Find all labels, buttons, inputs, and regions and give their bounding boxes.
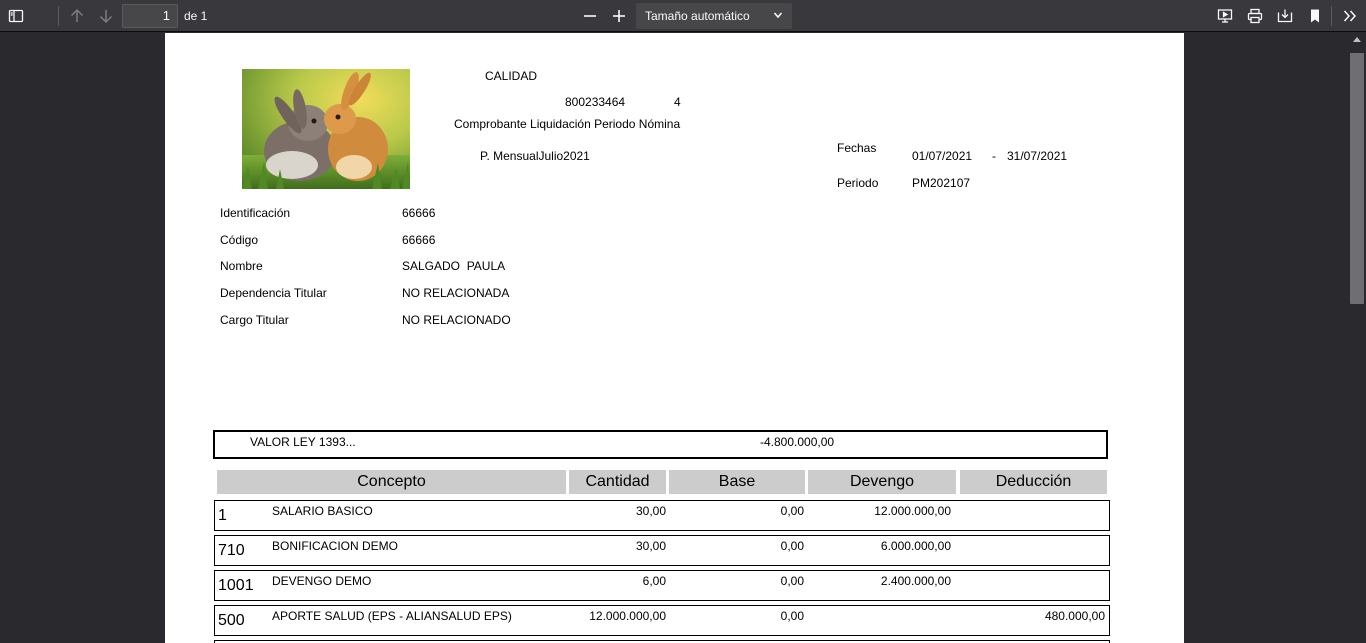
row-cantidad: 30,00: [635, 504, 666, 518]
sidebar-toggle-icon[interactable]: [4, 4, 28, 28]
page-number-input[interactable]: 1: [122, 4, 178, 28]
row-devengo: 12.000.000,00: [874, 504, 951, 518]
tools-menu-icon[interactable]: [1338, 4, 1362, 28]
row-deduccion: 480.000,00: [1044, 609, 1105, 623]
valor-ley-box: VALOR LEY 1393... -4.800.000,00: [213, 430, 1108, 459]
row-base: 0,00: [780, 504, 804, 518]
valor-ley-value: -4.800.000,00: [760, 435, 835, 449]
identificacion-value: 66666: [402, 206, 436, 220]
presentation-mode-icon[interactable]: [1213, 4, 1237, 28]
row-cantidad: 30,00: [635, 539, 666, 553]
nombre-label: Nombre: [220, 259, 263, 273]
identificacion-label: Identificación: [220, 206, 291, 220]
bookmark-icon[interactable]: [1303, 4, 1327, 28]
scroll-up-icon[interactable]: [1352, 35, 1362, 45]
download-icon[interactable]: [1273, 4, 1297, 28]
row-base: 0,00: [780, 609, 804, 623]
row-cantidad: 12.000.000,00: [589, 609, 666, 623]
scrollbar-thumb[interactable]: [1350, 53, 1364, 304]
row-code: 1: [218, 507, 227, 524]
chevron-down-icon: [773, 3, 783, 29]
row-cantidad: 6,00: [642, 574, 666, 588]
print-icon[interactable]: [1243, 4, 1267, 28]
next-page-icon[interactable]: [94, 4, 118, 28]
nombre-value: SALGADO PAULA: [402, 259, 506, 273]
row-code: 1001: [218, 577, 254, 594]
table-row: 500 APORTE SALUD (EPS - ALIANSALUD EPS) …: [214, 605, 1110, 636]
row-base: 0,00: [780, 539, 804, 553]
table-row: 710 BONIFICACION DEMO 30,00 0,00 6.000.0…: [214, 535, 1110, 566]
column-header-cantidad: Cantidad: [569, 470, 666, 494]
page-count-label: de 1: [184, 9, 208, 23]
table-row: 1001 DEVENGO DEMO 6,00 0,00 2.400.000,00: [214, 570, 1110, 601]
zoom-select-value: Tamaño automático: [645, 9, 750, 23]
row-devengo: 6.000.000,00: [880, 539, 951, 553]
column-header-concepto: Concepto: [217, 470, 566, 494]
row-concept: BONIFICACION DEMO: [272, 539, 399, 553]
periodo-value: PM202107: [912, 176, 971, 190]
dependencia-value: NO RELACIONADA: [402, 286, 510, 300]
previous-page-icon[interactable]: [65, 4, 89, 28]
company-nit: 800233464: [565, 95, 626, 109]
zoom-out-icon[interactable]: [578, 4, 602, 28]
fecha-inicio: 01/07/2021: [912, 149, 973, 163]
row-concept: SALARIO BASICO: [272, 504, 373, 518]
cargo-label: Cargo Titular: [220, 313, 289, 327]
column-header-base: Base: [669, 470, 805, 494]
valor-ley-label: VALOR LEY 1393...: [250, 435, 356, 449]
column-header-deduccion: Deducción: [960, 470, 1107, 494]
pdf-toolbar: 1 de 1 Tamaño automático: [0, 0, 1366, 32]
codigo-label: Código: [220, 233, 259, 247]
pdf-page: CALIDAD 800233464 4 Comprobante Liquidac…: [165, 33, 1184, 643]
vertical-scrollbar[interactable]: [1348, 33, 1366, 643]
row-concept: DEVENGO DEMO: [272, 574, 372, 588]
periodo-label: Periodo: [837, 176, 879, 190]
fecha-fin: 31/07/2021: [1007, 149, 1068, 163]
codigo-value: 66666: [402, 233, 436, 247]
column-header-devengo: Devengo: [808, 470, 956, 494]
zoom-select[interactable]: Tamaño automático: [636, 3, 792, 29]
row-code: 710: [218, 542, 245, 559]
company-name: CALIDAD: [485, 69, 538, 83]
row-concept: APORTE SALUD (EPS - ALIANSALUD EPS): [272, 609, 512, 623]
fecha-separator: -: [992, 149, 996, 163]
dependencia-label: Dependencia Titular: [220, 286, 327, 300]
zoom-in-icon[interactable]: [607, 4, 631, 28]
row-base: 0,00: [780, 574, 804, 588]
period-name: P. MensualJulio2021: [480, 149, 590, 163]
row-devengo: 2.400.000,00: [880, 574, 951, 588]
cargo-value: NO RELACIONADO: [402, 313, 511, 327]
row-code: 500: [218, 612, 245, 629]
toolbar-divider: [1331, 6, 1332, 26]
table-row: 1 SALARIO BASICO 30,00 0,00 12.000.000,0…: [214, 500, 1110, 531]
company-nit-dv: 4: [674, 95, 681, 109]
fechas-label: Fechas: [837, 141, 877, 155]
document-title: Comprobante Liquidación Periodo Nómina: [454, 117, 681, 131]
employee-photo: [242, 69, 410, 189]
toolbar-divider: [58, 6, 59, 26]
